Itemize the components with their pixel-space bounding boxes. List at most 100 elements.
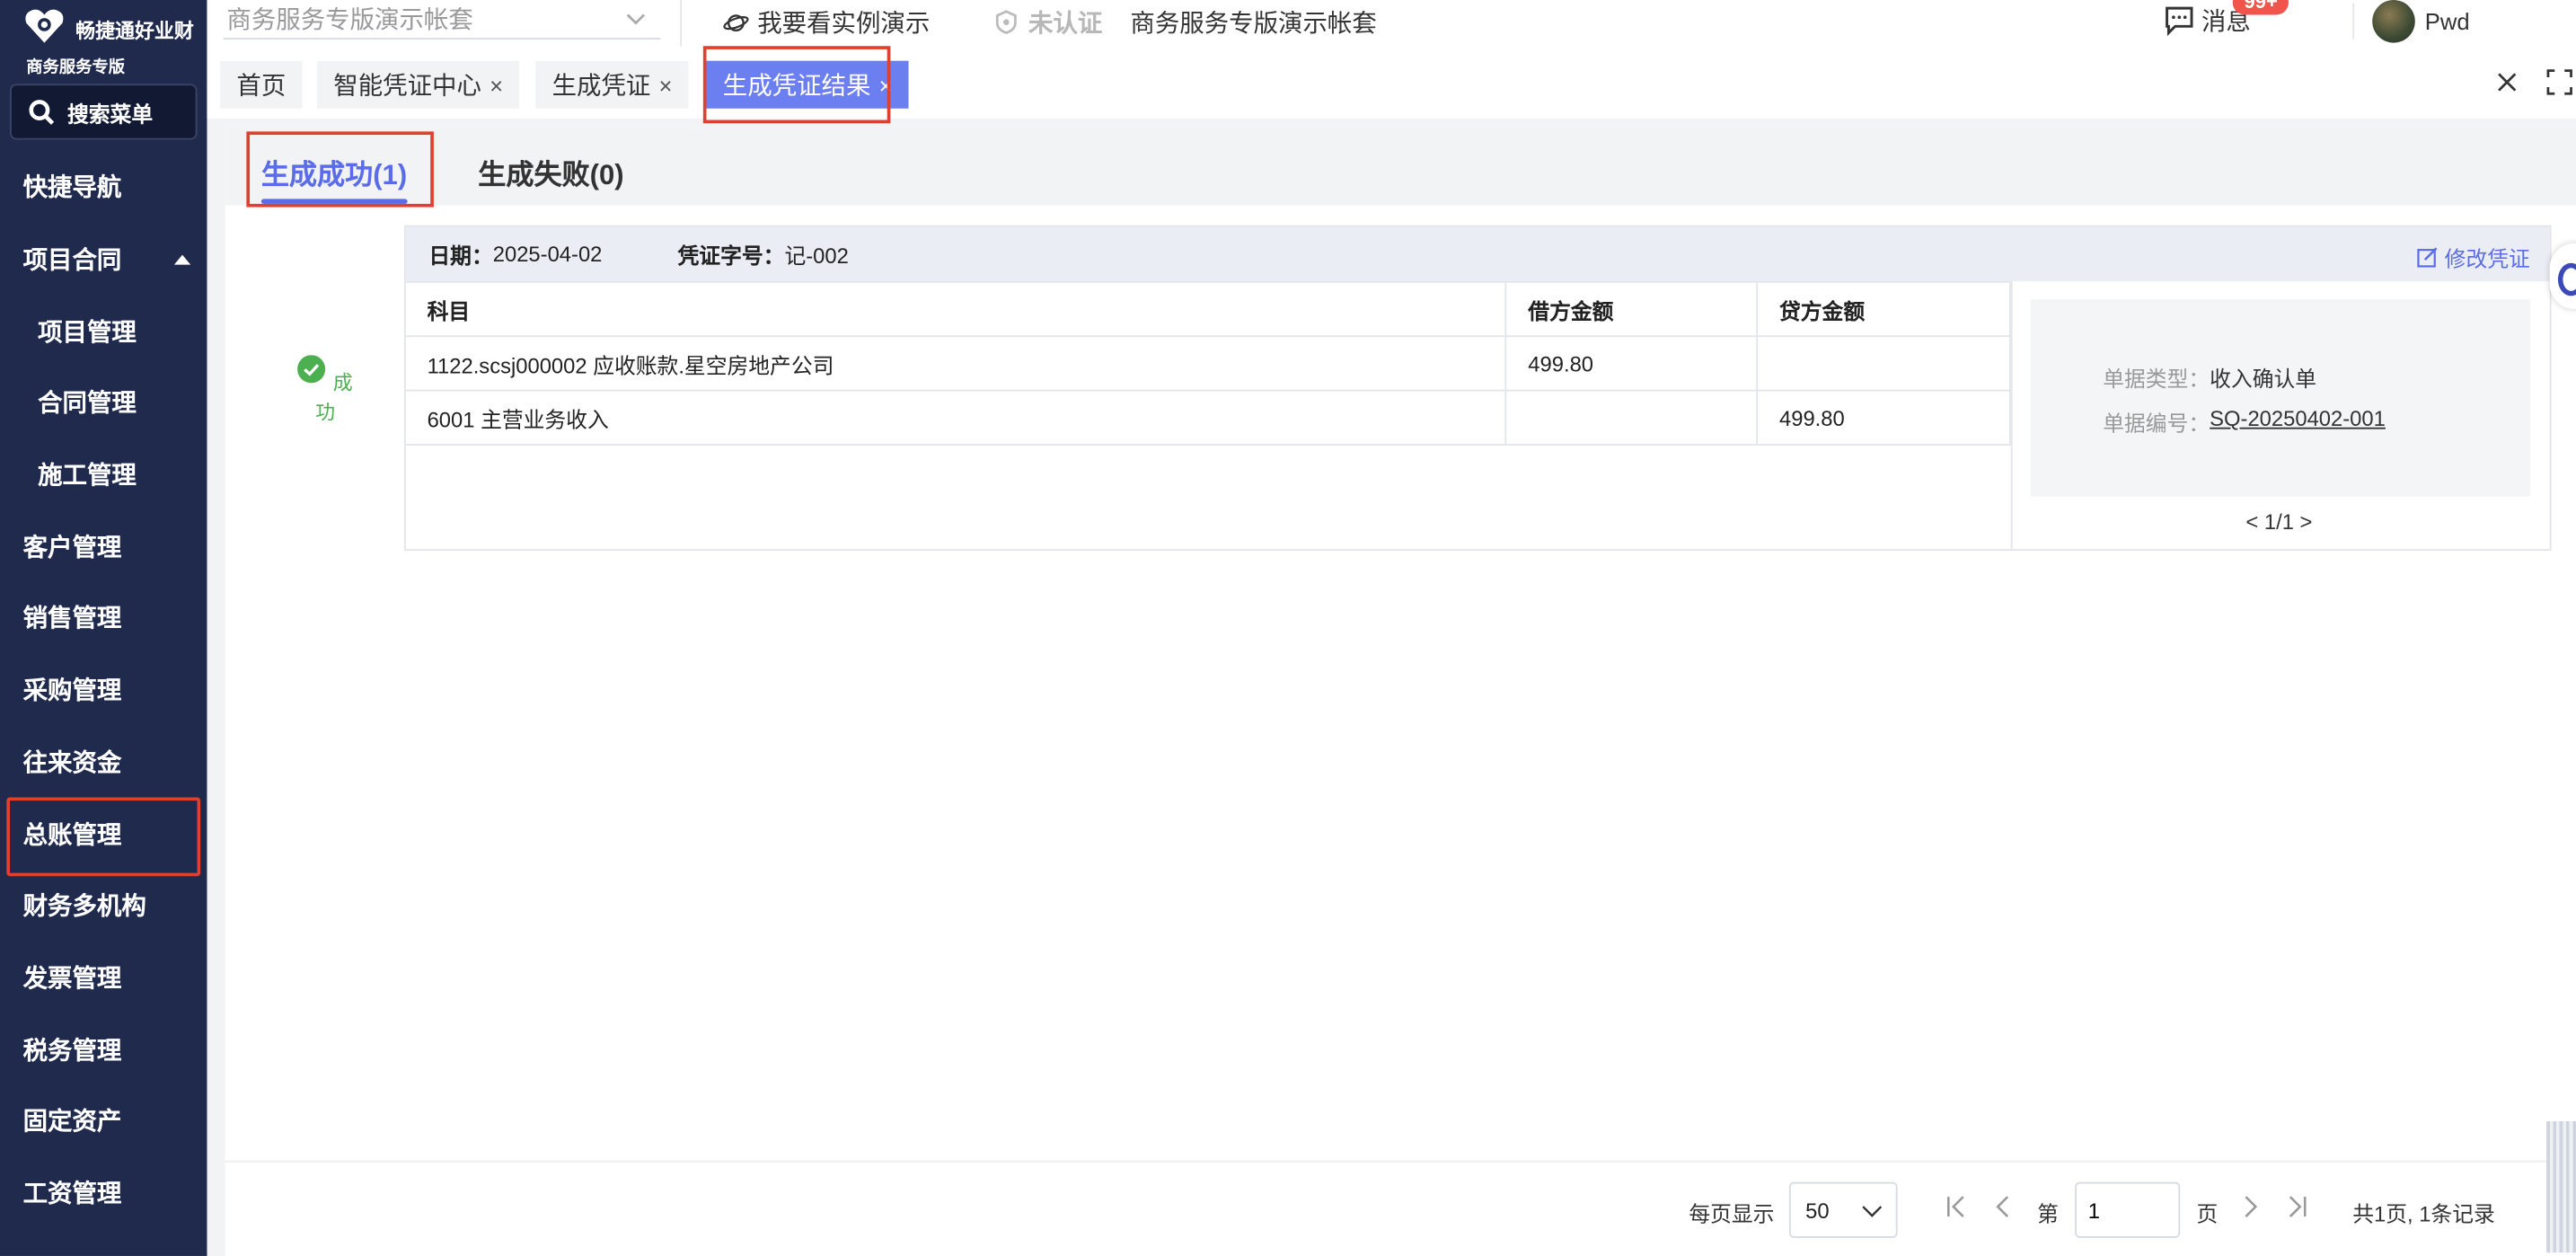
account-select[interactable]: 商务服务专版演示帐套: [223, 0, 661, 40]
sidebar-item-label: 项目合同: [22, 246, 122, 275]
sidebar-item-label: 工资管理: [22, 1180, 122, 1208]
close-icon[interactable]: ×: [658, 72, 672, 98]
next-page-icon[interactable]: [2237, 1193, 2263, 1219]
sidebar-item-purchase-mgmt[interactable]: 采购管理: [0, 654, 207, 726]
voucher-card: 日期： 2025-04-02 凭证字号： 记-002 修改凭证 科目 借方金额 …: [403, 225, 2552, 551]
page-number-input[interactable]: [2075, 1181, 2181, 1238]
prev-page-icon[interactable]: [1989, 1193, 2016, 1219]
table-header-row: 科目 借方金额 贷方金额: [405, 280, 2011, 338]
sidebar-item-quick-nav[interactable]: 快捷导航: [0, 151, 207, 223]
sidebar-item-customer-mgmt[interactable]: 客户管理: [0, 510, 207, 582]
page-prefix: 第: [2037, 1201, 2059, 1227]
chevron-down-icon: [626, 13, 645, 25]
highlight-box: [702, 46, 891, 124]
shield-icon: [995, 10, 1017, 35]
doc-type-value: 收入确认单: [2210, 367, 2317, 392]
logo-icon: [25, 9, 64, 43]
check-circle-icon: [297, 355, 326, 384]
tab-home[interactable]: 首页: [220, 60, 303, 109]
sidebar-item-fixed-assets[interactable]: 固定资产: [0, 1085, 207, 1157]
close-icon[interactable]: ×: [490, 72, 503, 98]
sidebar-item-payroll[interactable]: 工资管理: [0, 1156, 207, 1228]
first-page-icon[interactable]: [1944, 1193, 1970, 1219]
column-header-subject: 科目: [405, 280, 1507, 338]
per-page-select[interactable]: 50: [1788, 1181, 1898, 1238]
per-page-value: 50: [1805, 1198, 1830, 1223]
planet-icon: [723, 13, 749, 31]
page-suffix: 页: [2196, 1201, 2219, 1227]
close-all-icon[interactable]: [2494, 69, 2520, 95]
demo-link[interactable]: 我要看实例演示: [723, 4, 930, 39]
sidebar-item-label: 往来资金: [22, 749, 122, 778]
sidebar-item-label: 快捷导航: [22, 174, 122, 203]
main-content: 生成成功(1) 生成失败(0) 成功 日期： 2025-04-02 凭证字号： …: [225, 128, 2576, 1256]
sidebar-item-label: 总账管理: [22, 821, 122, 850]
voucher-no-label: 凭证字号：: [677, 243, 785, 269]
sidebar-item-label: 税务管理: [22, 1036, 122, 1065]
table-row: 1122.scsj000002 应收账款.星空房地产公司 499.80: [405, 335, 2011, 392]
unverified-status[interactable]: 未认证: [994, 4, 1103, 39]
sidebar-item-label: 采购管理: [22, 677, 122, 706]
cell-subject: 6001 主营业务收入: [405, 389, 1507, 446]
sidebar-item-label: 财务多机构: [22, 892, 146, 922]
user-menu[interactable]: Pwd: [2372, 0, 2470, 43]
sidebar-item-label: 固定资产: [22, 1108, 122, 1137]
tab-failed[interactable]: 生成失败(0): [478, 151, 623, 192]
edit-icon: [2417, 247, 2438, 268]
sidebar-item-project-mgmt[interactable]: 项目管理: [0, 295, 207, 367]
highlight-box: [246, 131, 434, 208]
sidebar-item-contract-mgmt[interactable]: 合同管理: [0, 367, 207, 438]
divider: [2352, 3, 2355, 40]
cell-credit: [1756, 335, 2011, 392]
voucher-date: 2025-04-02: [492, 241, 603, 267]
message-count-badge: 99+: [2232, 0, 2289, 15]
sidebar: 畅捷通好业财 商务服务专版 搜索菜单 快捷导航 项目合同 项目管理 合同管理 施…: [0, 0, 207, 1256]
sidebar-item-label: 发票管理: [22, 964, 122, 994]
avatar: [2372, 0, 2415, 43]
side-scroll-strip[interactable]: [2546, 1120, 2576, 1253]
total-records: 共1页, 1条记录: [2352, 1201, 2495, 1227]
sidebar-nav: 快捷导航 项目合同 项目管理 合同管理 施工管理 客户管理 销售管理 采购管理 …: [0, 151, 207, 1228]
page-tabs: 首页 智能凭证中心 × 生成凭证 × 生成凭证结果 ×: [207, 46, 2576, 124]
table-row: 6001 主营业务收入 499.80: [405, 389, 2011, 446]
voucher-entries-table: 科目 借方金额 贷方金额 1122.scsj000002 应收账款.星空房地产公…: [405, 280, 2011, 446]
source-document-card: 单据类型： 收入确认单 单据编号： SQ-20250402-001: [2030, 299, 2530, 497]
result-tabs: 生成成功(1) 生成失败(0): [225, 128, 2576, 208]
sidebar-item-multi-org[interactable]: 财务多机构: [0, 870, 207, 942]
document-pager[interactable]: < 1/1 >: [2245, 509, 2312, 534]
divider: [2010, 280, 2013, 551]
unverified-label: 未认证: [1028, 9, 1103, 39]
tab-smart-voucher-center[interactable]: 智能凭证中心 ×: [317, 60, 520, 109]
tab-label: 智能凭证中心: [333, 72, 481, 101]
tab-generate-voucher[interactable]: 生成凭证 ×: [535, 60, 689, 109]
sidebar-item-construction-mgmt[interactable]: 施工管理: [0, 438, 207, 510]
column-header-credit: 贷方金额: [1756, 280, 2011, 338]
sidebar-item-sales-mgmt[interactable]: 销售管理: [0, 582, 207, 654]
sidebar-item-invoice-mgmt[interactable]: 发票管理: [0, 942, 207, 1013]
search-menu-button[interactable]: 搜索菜单: [9, 84, 198, 140]
sidebar-item-label: 客户管理: [22, 534, 122, 562]
column-header-debit: 借方金额: [1504, 280, 1759, 338]
fullscreen-icon[interactable]: [2546, 69, 2572, 95]
user-name: Pwd: [2424, 8, 2470, 35]
status-badge: 成功: [297, 355, 353, 428]
sidebar-item-general-ledger[interactable]: 总账管理: [0, 797, 207, 877]
last-page-icon[interactable]: [2283, 1193, 2309, 1219]
cell-debit: 499.80: [1504, 335, 1759, 392]
caret-up-icon: [173, 254, 191, 265]
logo-subtitle: 商务服务专版: [26, 58, 126, 78]
tab-label: 生成凭证: [551, 72, 651, 101]
voucher-no: 记-002: [784, 243, 849, 269]
sidebar-item-label: 项目管理: [38, 318, 137, 347]
doc-no-link[interactable]: SQ-20250402-001: [2210, 406, 2386, 438]
account-name: 商务服务专版演示帐套: [1130, 9, 1377, 39]
search-icon: [29, 100, 55, 125]
sidebar-item-project-contract[interactable]: 项目合同: [0, 223, 207, 295]
search-menu-label: 搜索菜单: [66, 101, 154, 126]
cell-debit: [1504, 389, 1759, 446]
tab-label: 首页: [236, 72, 287, 101]
chevron-down-icon: [1862, 1206, 1883, 1217]
sidebar-item-tax-mgmt[interactable]: 税务管理: [0, 1013, 207, 1085]
edit-voucher-link[interactable]: 修改凭证: [2417, 242, 2530, 273]
sidebar-item-funds[interactable]: 往来资金: [0, 726, 207, 798]
